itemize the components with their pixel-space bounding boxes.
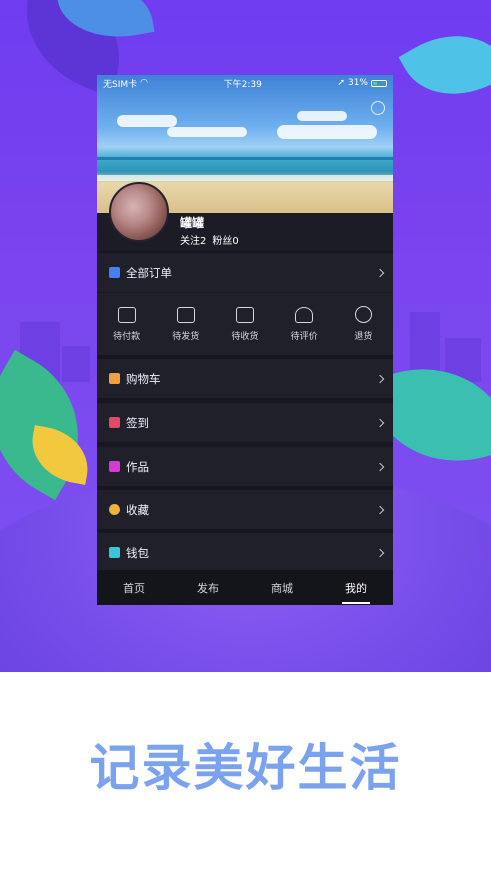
tab-home[interactable]: 首页 <box>117 576 151 600</box>
chevron-right-icon <box>375 462 385 471</box>
username: 罐罐 <box>180 216 205 230</box>
all-orders-label: 全部订单 <box>126 265 172 280</box>
truck-icon <box>235 306 254 323</box>
order-status-bar: 待付款 待发货 待收货 待评价 退货 <box>97 293 393 355</box>
tab-mall[interactable]: 商城 <box>265 576 299 600</box>
menu-item-label: 签到 <box>126 415 149 430</box>
chevron-right-icon <box>375 268 385 277</box>
menu-item-label: 收藏 <box>126 502 149 517</box>
tab-mine[interactable]: 我的 <box>339 576 373 604</box>
phone-screen: 无SIM卡 ◠ 下午2:39 ➚ 31% 罐罐 关注2 粉丝0 全部订单 待付款… <box>97 75 393 605</box>
carrier-text: 无SIM卡 <box>103 79 138 90</box>
calendar-icon <box>109 417 120 428</box>
package-icon <box>176 306 195 323</box>
order-icon <box>109 267 120 278</box>
following-count[interactable]: 关注2 <box>180 232 206 247</box>
bottom-tab-bar: 首页 发布 商城 我的 <box>97 570 393 605</box>
menu-item-cart[interactable]: 购物车 <box>97 359 393 398</box>
status-time: 下午2:39 <box>223 79 262 90</box>
fans-count[interactable]: 粉丝0 <box>212 232 238 247</box>
cloud <box>117 115 177 127</box>
folder-icon <box>109 461 120 472</box>
all-orders-row[interactable]: 全部订单 <box>97 253 393 292</box>
chevron-right-icon <box>375 548 385 557</box>
menu-item-favorites[interactable]: 收藏 <box>97 490 393 529</box>
sea-foam <box>97 175 393 181</box>
order-status-pending-payment[interactable]: 待付款 <box>99 306 155 342</box>
battery-icon <box>371 79 387 87</box>
location-icon: ➚ <box>337 78 345 88</box>
order-status-label: 退货 <box>354 332 373 342</box>
menu-item-checkin[interactable]: 签到 <box>97 403 393 442</box>
order-status-pending-receipt[interactable]: 待收货 <box>217 306 273 342</box>
menu-item-works[interactable]: 作品 <box>97 447 393 486</box>
wifi-icon: ◠ <box>140 78 148 88</box>
status-bar: 无SIM卡 ◠ 下午2:39 ➚ 31% <box>97 75 393 91</box>
order-status-label: 待评价 <box>290 331 318 342</box>
star-icon <box>109 504 120 515</box>
chevron-right-icon <box>375 505 385 514</box>
cloud <box>277 125 377 139</box>
tagline: 记录美好生活 <box>89 739 402 797</box>
cart-icon <box>109 373 120 384</box>
chevron-right-icon <box>375 418 385 427</box>
wallet-icon <box>109 547 120 558</box>
order-status-label: 待付款 <box>113 331 141 342</box>
order-status-label: 待发货 <box>172 331 200 342</box>
leaf-decoration <box>398 12 491 118</box>
cloud <box>297 111 347 121</box>
menu-item-label: 钱包 <box>126 545 149 560</box>
chevron-right-icon <box>375 374 385 383</box>
horizon <box>97 157 393 160</box>
wallet-icon <box>117 306 136 323</box>
settings-icon[interactable] <box>371 101 385 115</box>
review-icon <box>295 306 314 323</box>
tab-publish[interactable]: 发布 <box>191 576 225 600</box>
city-silhouette <box>62 346 90 382</box>
order-status-pending-shipment[interactable]: 待发货 <box>158 306 214 342</box>
order-status-pending-review[interactable]: 待评价 <box>276 306 332 342</box>
return-icon <box>354 306 372 323</box>
menu-item-label: 购物车 <box>126 371 161 386</box>
follow-stats: 关注2 粉丝0 <box>180 232 239 247</box>
avatar[interactable] <box>109 182 169 242</box>
menu-item-wallet[interactable]: 钱包 <box>97 533 393 572</box>
order-status-return[interactable]: 退货 <box>335 306 391 342</box>
menu-item-label: 作品 <box>126 459 149 474</box>
battery-percent: 31% <box>347 78 368 88</box>
order-status-label: 待收货 <box>231 331 259 342</box>
cloud <box>167 127 247 137</box>
